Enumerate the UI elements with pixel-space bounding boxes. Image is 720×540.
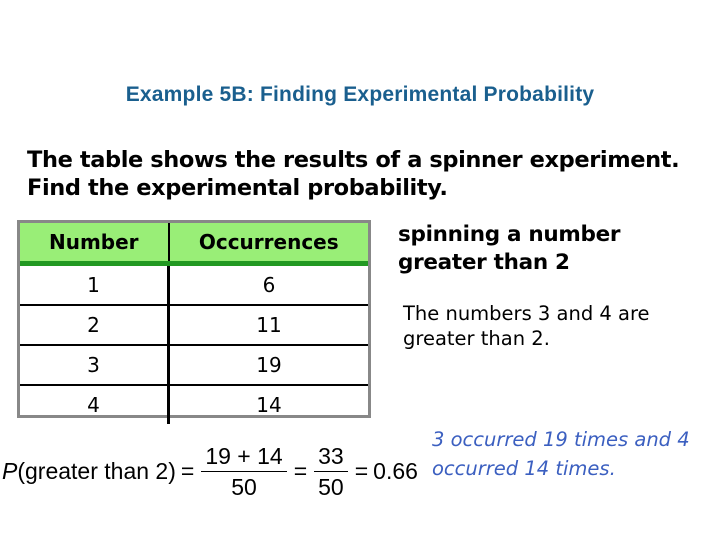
- formula-equals: =: [354, 457, 369, 484]
- fraction-numerator: 19 + 14: [201, 443, 287, 472]
- cell-number: 1: [20, 263, 170, 305]
- slide-title: Example 5B: Finding Experimental Probabi…: [125, 83, 595, 106]
- cell-occurrences: 19: [168, 344, 368, 385]
- fraction-simplified: 33 50: [314, 443, 348, 500]
- table-row: 2 11: [20, 304, 368, 345]
- formula-equals: =: [293, 457, 308, 484]
- results-table: Number Occurrences 1 6 2 11 3 19 4 14: [17, 220, 371, 424]
- formula-p: P: [2, 457, 18, 484]
- header-occurrences: Occurrences: [168, 223, 368, 266]
- fraction-denominator: 50: [231, 473, 257, 500]
- fraction-denominator: 50: [318, 473, 344, 500]
- table-row: 3 19: [20, 344, 368, 385]
- formula-equals: =: [180, 457, 195, 484]
- probability-formula: P (greater than 2) = 19 + 14 50 = 33 50 …: [2, 438, 418, 504]
- cell-number: 4: [20, 384, 170, 424]
- cell-occurrences: 6: [262, 273, 276, 297]
- fraction-numerator: 33: [314, 443, 348, 472]
- problem-prompt: The table shows the results of a spinner…: [27, 147, 680, 201]
- cell-occurrences: 11: [168, 304, 368, 345]
- fraction-sum: 19 + 14 50: [201, 443, 287, 500]
- event-description: spinning a number greater than 2: [398, 222, 621, 275]
- header-number: Number: [20, 223, 170, 266]
- table-header-row: Number Occurrences: [20, 223, 368, 266]
- cell-number: 2: [20, 304, 170, 345]
- formula-result: 0.66: [373, 457, 418, 484]
- cell-number: 3: [20, 344, 170, 385]
- explanation-text: 3 occurred 19 times and 4 occurred 14 ti…: [432, 428, 690, 480]
- table-row: 1 6: [20, 263, 368, 305]
- cell-occurrences: 14: [168, 384, 368, 424]
- note-text: The numbers 3 and 4 are greater than 2.: [403, 302, 650, 350]
- table-row: 4 14: [20, 384, 368, 424]
- formula-arg: (greater than 2): [17, 457, 176, 484]
